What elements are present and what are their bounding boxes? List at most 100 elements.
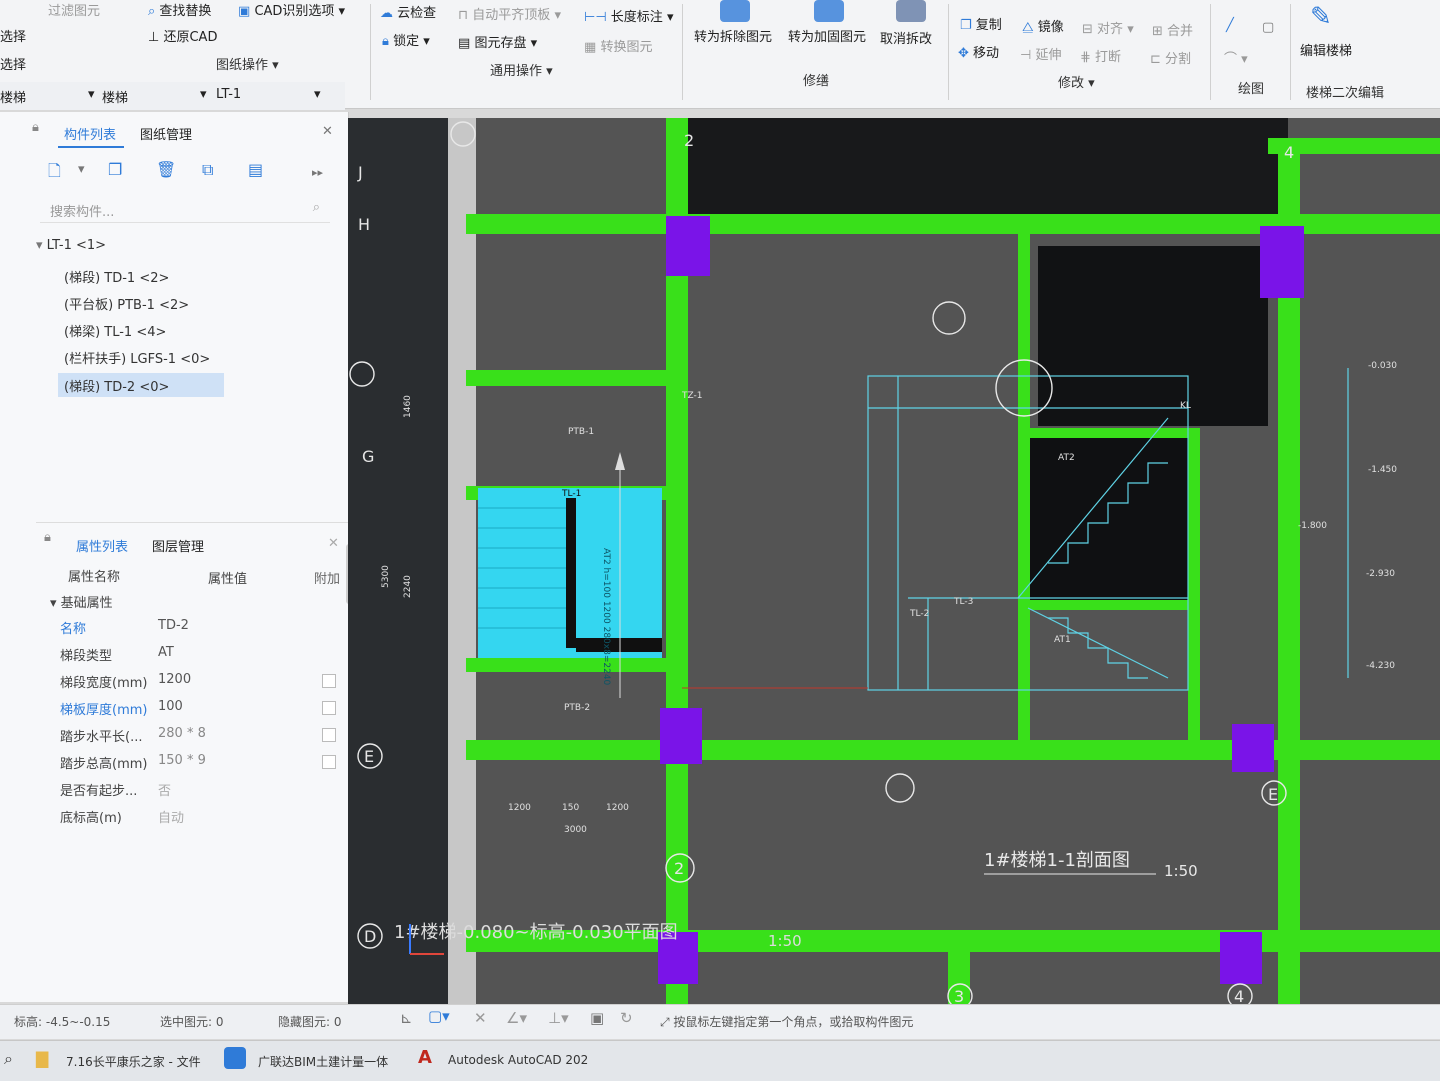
lock-button[interactable]: 🔒︎ 锁定 ▾ bbox=[382, 30, 430, 49]
more-icon[interactable]: ▸▸ bbox=[312, 166, 323, 179]
pin-icon[interactable]: 🔒︎ bbox=[32, 120, 39, 135]
extra-checkbox[interactable] bbox=[322, 674, 336, 688]
prop-row[interactable]: 名称 TD-2 bbox=[40, 618, 340, 644]
drawing-ops-group[interactable]: 图纸操作 ▾ bbox=[216, 54, 279, 73]
label-at2: AT2 bbox=[1058, 453, 1075, 463]
auto-slab-button[interactable]: ⊓ 自动平齐顶板 ▾ bbox=[458, 4, 561, 23]
beam bbox=[1028, 600, 1200, 610]
column bbox=[1220, 932, 1262, 984]
tree-item[interactable]: (梯段) TD-1 <2> bbox=[64, 267, 169, 286]
snap-icon[interactable]: ✕ bbox=[474, 1009, 487, 1027]
rotate-icon[interactable]: ↻ bbox=[620, 1009, 633, 1027]
select-mode-icon[interactable]: ▢▾ bbox=[428, 1007, 450, 1025]
delete-icon[interactable]: 🗑︎ bbox=[156, 160, 176, 179]
tab-drawing-management[interactable]: 图纸管理 bbox=[140, 124, 192, 143]
save-icon[interactable]: ▤ bbox=[248, 160, 263, 179]
move-button[interactable]: ✥ 移动 bbox=[958, 42, 999, 61]
merge-button[interactable]: ⊞ 合并 bbox=[1152, 20, 1193, 39]
ortho-icon[interactable]: ⊾ bbox=[400, 1009, 413, 1027]
beam bbox=[466, 370, 666, 386]
common-ops-group[interactable]: 通用操作 ▾ bbox=[490, 60, 553, 79]
break-button[interactable]: ⋕ 打断 bbox=[1080, 46, 1121, 65]
reinforce-icon bbox=[814, 0, 844, 22]
tab-property-list[interactable]: 属性列表 bbox=[76, 536, 128, 555]
void-area bbox=[1038, 246, 1268, 426]
search-icon: ⌕ bbox=[148, 4, 156, 19]
taskbar-item-glodon[interactable]: 广联达BIM土建计量一体 bbox=[258, 1053, 388, 1070]
prop-row[interactable]: 底标高(m) 自动 bbox=[40, 807, 340, 833]
prop-row[interactable]: 梯段类型 AT bbox=[40, 645, 340, 671]
prop-row[interactable]: 梯板厚度(mm) 100 bbox=[40, 699, 340, 725]
cad-options-button[interactable]: ▣ CAD识别选项 ▾ bbox=[238, 0, 345, 19]
column bbox=[1232, 724, 1274, 772]
copy-icon: ❐ bbox=[960, 18, 972, 33]
prop-row[interactable]: 踏步水平长(... 280 * 8 bbox=[40, 726, 340, 752]
dropdown-arrow-icon[interactable]: ▾ bbox=[78, 162, 85, 177]
align-button[interactable]: ⊟ 对齐 ▾ bbox=[1082, 18, 1134, 37]
section-basic-props[interactable]: ▾ 基础属性 bbox=[50, 592, 113, 611]
tab-layer-management[interactable]: 图层管理 bbox=[152, 536, 204, 555]
stair-well bbox=[576, 638, 662, 652]
layer-toggle-icon[interactable]: ⊥▾ bbox=[548, 1009, 569, 1027]
cad-drawing[interactable]: J H G E D 2 4 3 E 2 4 PTB-1 PTB-2 TZ-1 T… bbox=[348, 118, 1440, 1006]
select-button[interactable]: 选择 bbox=[0, 54, 26, 73]
search-icon[interactable]: ⌕ bbox=[4, 1049, 13, 1069]
taskbar-item-explorer[interactable]: 7.16长平康乐之家 - 文件 bbox=[66, 1053, 201, 1070]
component-selector[interactable]: LT-1 bbox=[216, 87, 241, 102]
axis-label-col: 2 bbox=[674, 859, 684, 878]
search-input[interactable]: 搜索构件... ⌕ bbox=[40, 194, 330, 223]
grid-icon[interactable]: ▣ bbox=[590, 1009, 604, 1027]
prop-row[interactable]: 踏步总高(mm) 150 * 9 bbox=[40, 753, 340, 779]
ribbon-divider bbox=[370, 4, 371, 100]
to-reinforce-button[interactable]: 转为加固图元 bbox=[788, 26, 866, 45]
category-selector[interactable]: 楼梯 bbox=[102, 87, 128, 106]
taskbar-item-autocad[interactable]: Autodesk AutoCAD 202 bbox=[448, 1053, 588, 1067]
length-dim-button[interactable]: ⊢⊣ 长度标注 ▾ bbox=[584, 6, 673, 25]
extra-checkbox[interactable] bbox=[322, 701, 336, 715]
angle-icon[interactable]: ∠▾ bbox=[506, 1009, 527, 1027]
save-element-button[interactable]: ▤ 图元存盘 ▾ bbox=[458, 32, 537, 51]
extra-checkbox[interactable] bbox=[322, 755, 336, 769]
close-icon[interactable]: ✕ bbox=[328, 536, 339, 551]
restore-cad-button[interactable]: ⊥ 还原CAD bbox=[148, 26, 217, 45]
pin-icon[interactable]: 🔒︎ bbox=[44, 530, 51, 545]
rect-draw-icon[interactable]: ▢ bbox=[1262, 20, 1274, 35]
merge-icon: ⊞ bbox=[1152, 24, 1163, 39]
dropdown-arrow-icon[interactable]: ▾ bbox=[200, 87, 207, 102]
prop-row[interactable]: 梯段宽度(mm) 1200 bbox=[40, 672, 340, 698]
modify-group[interactable]: 修改 ▾ bbox=[1058, 72, 1095, 91]
layer-icon[interactable]: ⧉ bbox=[202, 160, 213, 180]
copy-component-icon[interactable]: ❐ bbox=[108, 160, 122, 179]
dropdown-arrow-icon[interactable]: ▾ bbox=[314, 87, 321, 102]
copy-button[interactable]: ❐ 复制 bbox=[960, 14, 1002, 33]
dropdown-arrow-icon[interactable]: ▾ bbox=[88, 87, 95, 102]
drawing-canvas[interactable]: J H G E D 2 4 3 E 2 4 PTB-1 PTB-2 TZ-1 T… bbox=[348, 118, 1440, 1006]
prop-row[interactable]: 是否有起步... 否 bbox=[40, 780, 340, 806]
search-icon: ⌕ bbox=[312, 200, 320, 215]
tab-component-list[interactable]: 构件列表 bbox=[64, 124, 116, 143]
find-replace-button[interactable]: ⌕ 查找替换 bbox=[148, 0, 211, 19]
label-tz1: TZ-1 bbox=[681, 391, 702, 401]
to-demolish-button[interactable]: 转为拆除图元 bbox=[694, 26, 772, 45]
tree-item-selected[interactable]: (梯段) TD-2 <0> bbox=[58, 373, 224, 397]
filter-element-button[interactable]: 过滤图元 bbox=[48, 0, 100, 19]
split-button[interactable]: ⊏ 分割 bbox=[1150, 48, 1191, 67]
select-dropdown[interactable]: 选择 bbox=[0, 26, 26, 45]
extra-checkbox[interactable] bbox=[322, 728, 336, 742]
cloud-check-button[interactable]: ☁ 云检查 bbox=[380, 2, 436, 21]
tree-item[interactable]: (栏杆扶手) LGFS-1 <0> bbox=[64, 348, 210, 367]
edit-stair-button[interactable]: 编辑楼梯 bbox=[1300, 40, 1352, 59]
tree-item[interactable]: ▾ LT-1 <1> bbox=[36, 238, 106, 253]
tree-item[interactable]: (梯梁) TL-1 <4> bbox=[64, 321, 166, 340]
mirror-button[interactable]: ⧋ 镜像 bbox=[1022, 16, 1064, 35]
line-draw-icon[interactable]: ╱ bbox=[1226, 18, 1234, 33]
extend-button[interactable]: ⊣ 延伸 bbox=[1020, 44, 1061, 63]
tree-item[interactable]: (平台板) PTB-1 <2> bbox=[64, 294, 189, 313]
axis-bubble bbox=[885, 773, 915, 803]
arc-draw-icon[interactable]: ⌒ ▾ bbox=[1224, 48, 1248, 67]
type-selector[interactable]: 楼梯 bbox=[0, 87, 26, 106]
cancel-demolish-button[interactable]: 取消拆改 bbox=[880, 28, 932, 47]
close-icon[interactable]: ✕ bbox=[322, 124, 333, 139]
convert-element-button[interactable]: ▦ 转换图元 bbox=[584, 36, 652, 55]
new-component-icon[interactable]: 🗋︎ bbox=[48, 160, 61, 187]
